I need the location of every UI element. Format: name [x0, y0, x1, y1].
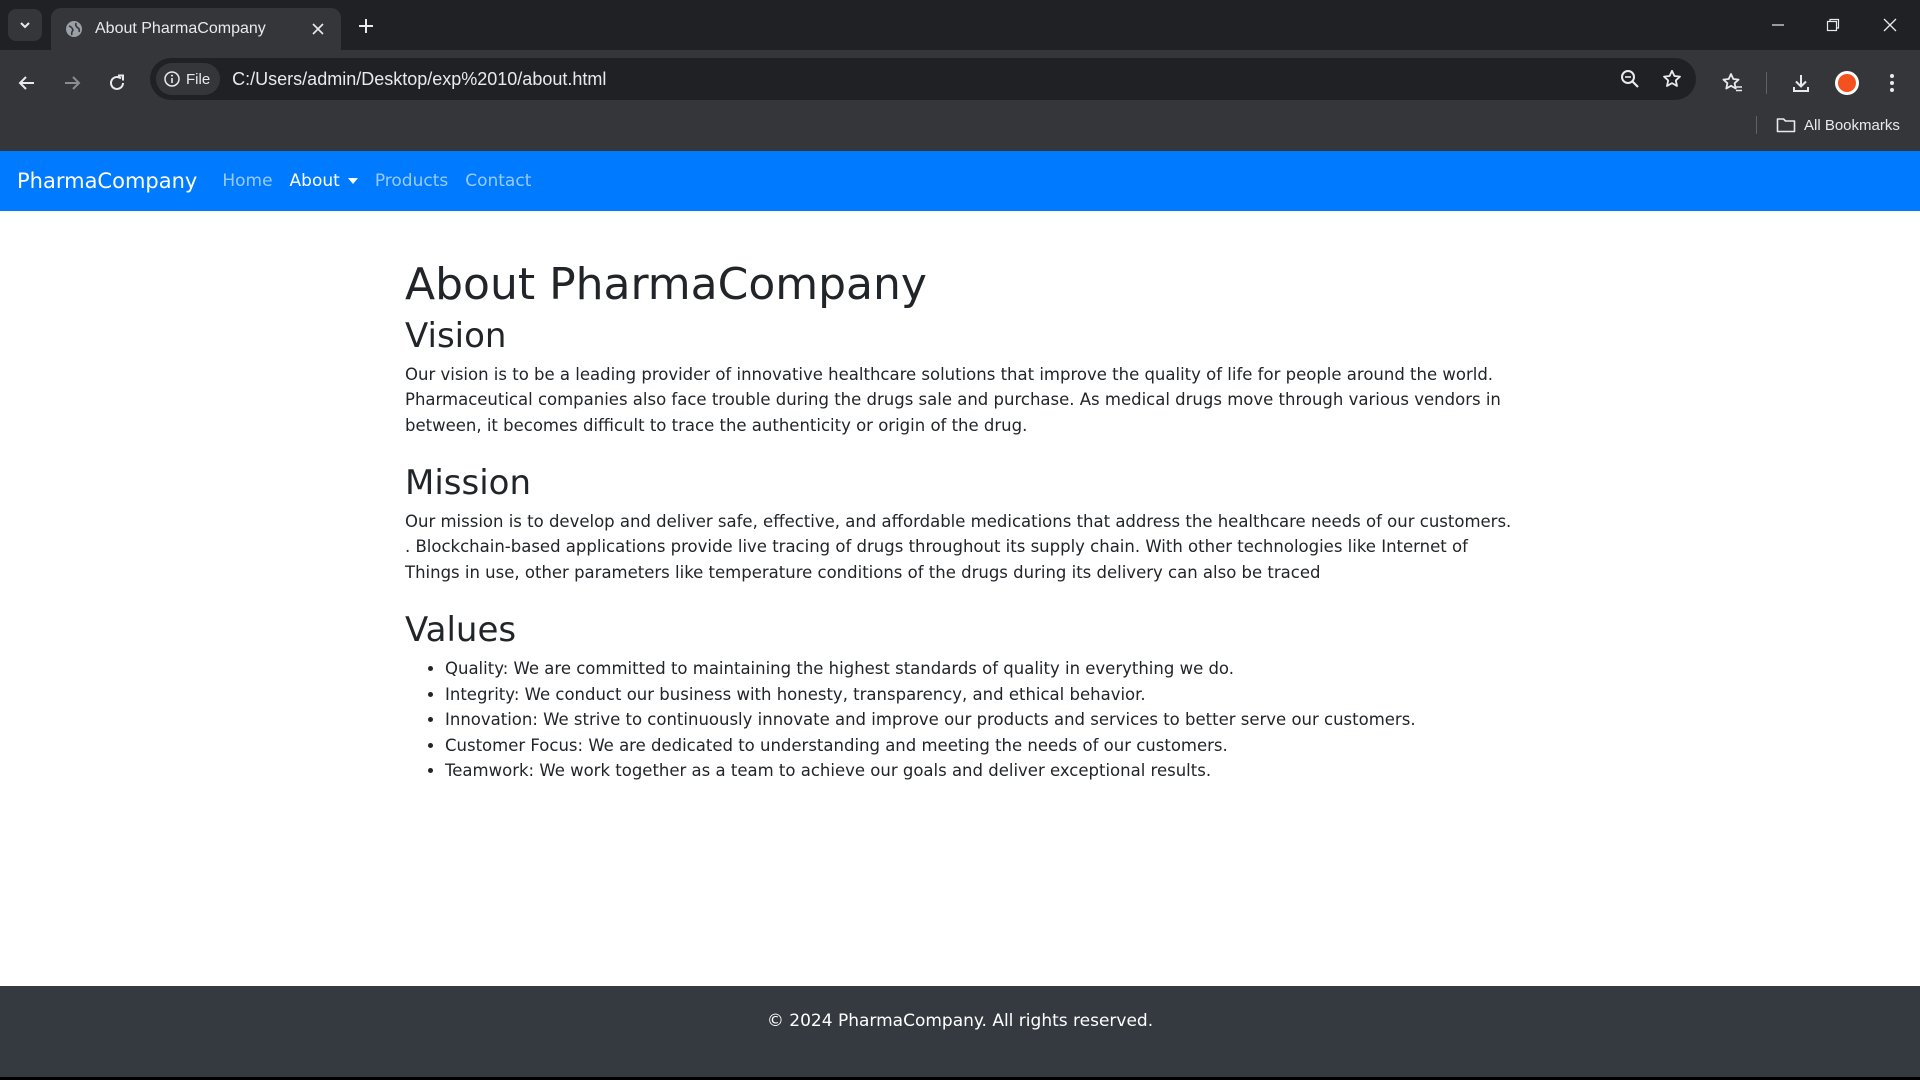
minimize-button[interactable] [1760, 8, 1796, 42]
plus-icon [359, 19, 373, 33]
reload-icon [110, 74, 124, 90]
profile-button[interactable] [1829, 65, 1865, 101]
vision-text: Our vision is to be a leading provider o… [405, 364, 1501, 435]
browser-toolbar: File C:/Users/admin/Desktop/exp%2010/abo… [0, 50, 1920, 158]
list-item: Innovation: We strive to continuously in… [445, 707, 1515, 733]
vision-heading: Vision [405, 315, 507, 356]
nav-link-contact[interactable]: Contact [465, 171, 531, 191]
site-chip-label: File [186, 70, 211, 88]
arrow-left-icon [18, 76, 34, 90]
browser-tab-active[interactable]: About PharmaCompany [51, 8, 341, 50]
reload-button[interactable] [99, 65, 135, 101]
avatar-image [1838, 74, 1856, 92]
mission-section: Mission Our mission is to develop and de… [405, 463, 1515, 585]
restore-icon [1826, 18, 1840, 32]
all-bookmarks-label: All Bookmarks [1804, 116, 1900, 134]
tab-search-button[interactable] [8, 9, 42, 41]
site-navbar: PharmaCompany Home About Products Contac… [0, 151, 1920, 211]
bookmarks-separator [1756, 116, 1757, 134]
url-text[interactable]: C:/Users/admin/Desktop/exp%2010/about.ht… [232, 69, 1612, 90]
address-bar[interactable]: File C:/Users/admin/Desktop/exp%2010/abo… [150, 58, 1696, 100]
nav-link-about-dropdown[interactable]: About [290, 171, 358, 191]
chevron-down-icon [20, 22, 30, 29]
main-content: About PharmaCompany Vision Our vision is… [405, 259, 1515, 784]
list-item: Integrity: We conduct our business with … [445, 682, 1515, 708]
page-title: About PharmaCompany [405, 259, 927, 310]
values-list: Quality: We are committed to maintaining… [405, 656, 1515, 784]
values-section: Values Quality: We are committed to main… [405, 610, 1515, 783]
site-info-chip[interactable]: File [156, 63, 221, 95]
close-window-button[interactable] [1872, 8, 1908, 42]
caret-down-icon [347, 178, 358, 184]
arrow-right-icon [65, 76, 81, 90]
close-icon [1883, 18, 1897, 32]
list-item: Quality: We are committed to maintaining… [445, 656, 1515, 682]
globe-icon [66, 21, 82, 37]
nav-link-products[interactable]: Products [375, 171, 448, 191]
minimize-icon [1772, 24, 1784, 26]
forward-button[interactable] [54, 65, 90, 101]
reading-list-button[interactable] [1714, 65, 1750, 101]
avatar [1835, 71, 1859, 95]
list-item: Teamwork: We work together as a team to … [445, 758, 1515, 784]
browser-menu-button[interactable] [1874, 65, 1910, 101]
mission-heading: Mission [405, 463, 532, 504]
values-heading: Values [405, 610, 517, 651]
tab-title: About PharmaCompany [95, 20, 266, 37]
nav-link-about-label: About [289, 171, 340, 191]
more-vertical-icon [1890, 74, 1894, 92]
info-icon [164, 71, 180, 87]
footer-copyright: © 2024 PharmaCompany. All rights reserve… [766, 1011, 1154, 1031]
bookmark-star-button[interactable] [1654, 61, 1690, 97]
browser-tabstrip: About PharmaCompany [0, 0, 1920, 50]
nav-link-home[interactable]: Home [222, 171, 272, 191]
tab-close-button[interactable] [307, 18, 329, 40]
new-tab-button[interactable] [352, 12, 380, 40]
navbar-brand[interactable]: PharmaCompany [17, 169, 197, 193]
folder-icon [1776, 118, 1796, 133]
site-footer: © 2024 PharmaCompany. All rights reserve… [0, 986, 1920, 1080]
vision-section: Vision Our vision is to be a leading pro… [405, 316, 1515, 438]
zoom-icon [1621, 70, 1639, 88]
download-icon [1793, 75, 1809, 92]
star-list-icon [1722, 73, 1742, 92]
mission-text: Our mission is to develop and deliver sa… [405, 511, 1512, 582]
close-icon [312, 23, 324, 35]
downloads-button[interactable] [1783, 65, 1819, 101]
restore-button[interactable] [1815, 8, 1851, 42]
all-bookmarks-button[interactable]: All Bookmarks [1776, 112, 1900, 138]
zoom-button[interactable] [1612, 61, 1648, 97]
toolbar-separator [1766, 72, 1767, 94]
list-item: Customer Focus: We are dedicated to unde… [445, 733, 1515, 759]
back-button[interactable] [9, 65, 45, 101]
star-icon [1663, 69, 1681, 87]
